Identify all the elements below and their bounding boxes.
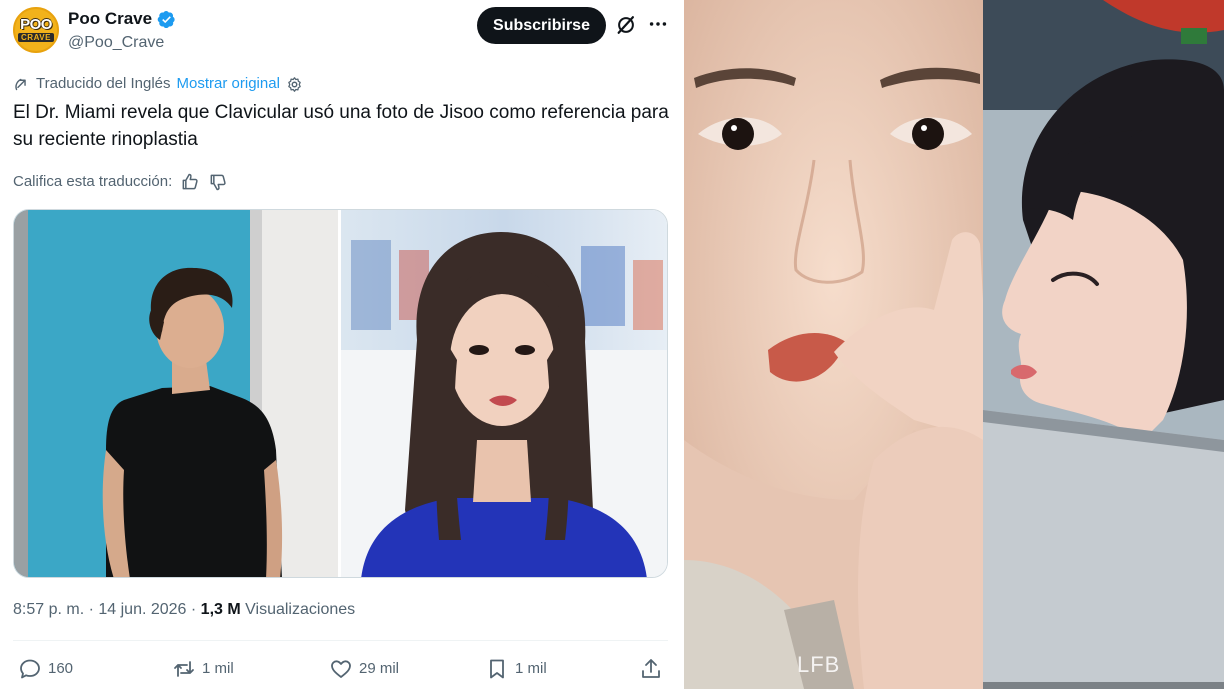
gear-icon[interactable] (286, 76, 303, 93)
repost-button[interactable]: 1 mil (172, 656, 234, 682)
verified-badge-icon (157, 10, 175, 29)
subscribe-button[interactable]: Subscribirse (477, 7, 606, 44)
views-label: Visualizaciones (245, 601, 356, 618)
account-handle[interactable]: @Poo_Crave (68, 33, 164, 52)
thumbs-down-icon[interactable] (208, 172, 228, 192)
bookmark-icon (490, 659, 504, 679)
tweet-time[interactable]: 8:57 p. m. (13, 601, 84, 618)
thumbs-up-icon[interactable] (180, 172, 200, 192)
meta-separator-2: · (186, 601, 201, 618)
meta-separator: · (84, 601, 99, 618)
divider (13, 640, 668, 641)
avatar-text-top: POO (20, 16, 52, 33)
jisoo-photo[interactable] (340, 210, 667, 577)
reply-count: 160 (48, 660, 74, 677)
account-name[interactable]: Poo Crave (68, 9, 152, 29)
repost-icon (174, 661, 194, 677)
tweet-meta: 8:57 p. m. · 14 jun. 2026 · 1,3 M Visual… (13, 600, 355, 620)
action-bar: 160 1 mil 29 mil 1 mil (0, 652, 684, 686)
man-photo[interactable] (14, 210, 338, 577)
share-button[interactable] (639, 656, 669, 682)
profile-photo (983, 0, 1224, 689)
tweet-text: El Dr. Miami revela que Clavicular usó u… (13, 102, 669, 150)
translation-notice: Traducido del Inglés Mostrar original (13, 74, 309, 94)
tweet-date[interactable]: 14 jun. 2026 (98, 601, 186, 618)
translate-icon (15, 78, 26, 90)
tweet-card: POO CRAVE Poo Crave @Poo_Crave Subscribi… (0, 0, 684, 689)
heart-icon (331, 660, 351, 678)
translated-label: Traducido del Inglés (36, 75, 171, 92)
share-icon (642, 659, 660, 678)
grok-icon[interactable] (615, 14, 637, 36)
bookmark-button[interactable]: 1 mil (485, 656, 547, 682)
tweet-media[interactable] (13, 209, 668, 578)
more-options-icon[interactable] (647, 13, 669, 35)
avatar[interactable]: POO CRAVE (13, 7, 59, 53)
views-count: 1,3 M (200, 601, 241, 618)
rate-translation: Califica esta traducción: (13, 172, 228, 192)
show-original-link[interactable]: Mostrar original (177, 74, 280, 94)
avatar-text-bottom: CRAVE (18, 33, 54, 42)
closeup-photo (684, 0, 983, 689)
like-count: 29 mil (359, 660, 400, 677)
like-button[interactable]: 29 mil (329, 656, 399, 682)
reply-button[interactable]: 160 (18, 656, 73, 682)
watermark: LFB (797, 652, 841, 677)
repost-count: 1 mil (202, 660, 234, 677)
reply-icon (20, 659, 40, 679)
rate-translation-label: Califica esta traducción: (13, 173, 173, 190)
bookmark-count: 1 mil (515, 660, 547, 677)
